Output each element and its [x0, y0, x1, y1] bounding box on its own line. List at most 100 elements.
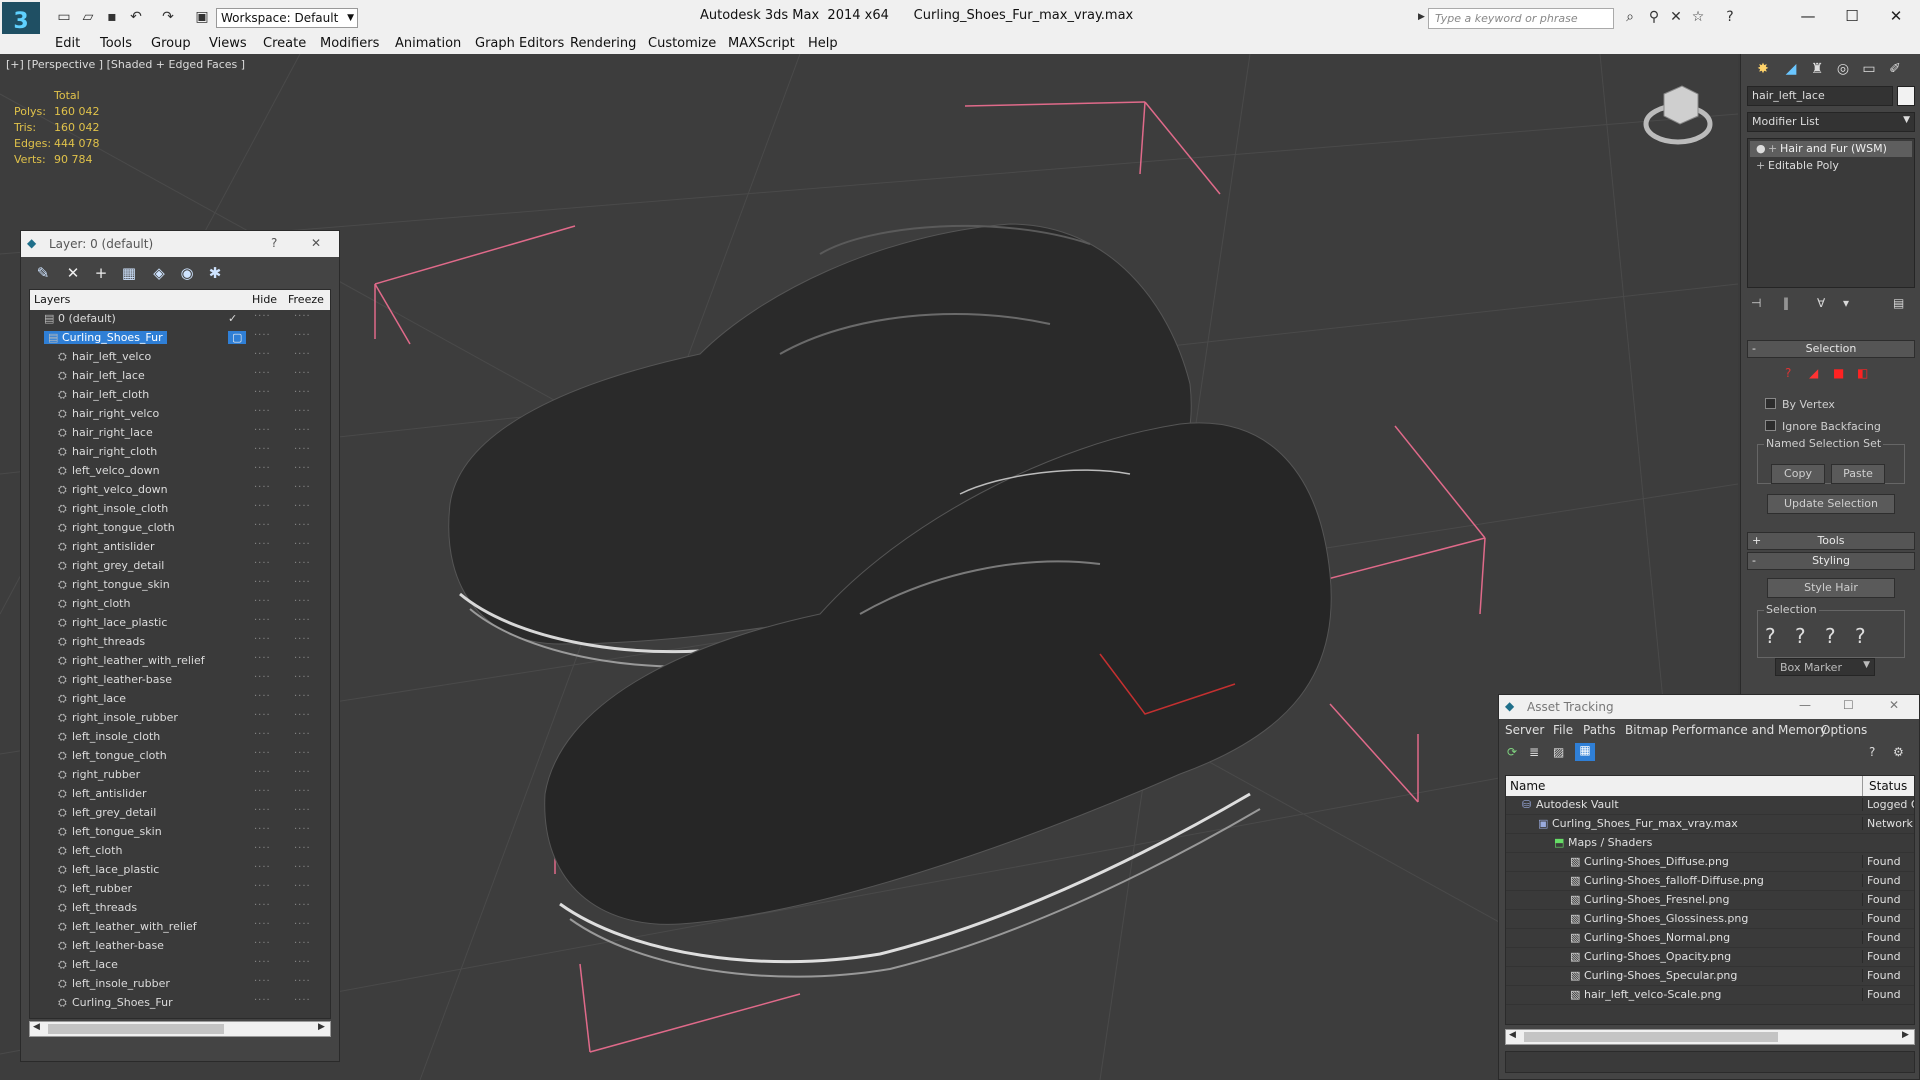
freeze-toggle[interactable]: ····	[294, 406, 311, 417]
scrollbar-thumb[interactable]	[48, 1024, 224, 1034]
layer-row[interactable]: ⛭ right_tongue_cloth ···· ····	[30, 519, 330, 538]
layer-row[interactable]: ⛭ hair_right_cloth ···· ····	[30, 443, 330, 462]
list-view-icon[interactable]: ≣	[1529, 745, 1539, 759]
layer-row[interactable]: ⛭ Curling_Shoes_Fur ···· ····	[30, 994, 330, 1013]
help-icon[interactable]: ?	[1722, 9, 1738, 25]
layer-row[interactable]: ⛭ left_insole_cloth ···· ····	[30, 728, 330, 747]
table-view-icon[interactable]: ▦	[1575, 743, 1595, 761]
configure-sets-icon[interactable]: ▤	[1893, 296, 1904, 310]
layer-row[interactable]: ⛭ right_cloth ···· ····	[30, 595, 330, 614]
scroll-left-icon[interactable]: ◀	[33, 1022, 40, 1032]
maximize-icon[interactable]: ☐	[1832, 4, 1872, 28]
hide-toggle[interactable]: ····	[254, 539, 271, 550]
add-hair-tool-icon[interactable]: ?	[1795, 624, 1806, 648]
hair-element-select-icon[interactable]: ◧	[1857, 366, 1868, 380]
freeze-toggle[interactable]: ····	[294, 387, 311, 398]
freeze-toggle[interactable]: ····	[294, 615, 311, 626]
box-marker-dropdown[interactable]: Box Marker ▼	[1775, 658, 1875, 676]
menu-animation[interactable]: Animation	[395, 36, 461, 51]
menu-help[interactable]: Help	[808, 36, 838, 51]
hide-toggle[interactable]: ····	[254, 577, 271, 588]
layer-row[interactable]: ⛭ right_grey_detail ···· ····	[30, 557, 330, 576]
help-icon[interactable]: ?	[1869, 745, 1875, 759]
layer-row[interactable]: ⛭ right_lace_plastic ···· ····	[30, 614, 330, 633]
new-layer-icon[interactable]: ✎	[33, 263, 53, 283]
menu-create[interactable]: Create	[263, 36, 306, 51]
layer-explorer-titlebar[interactable]: ◆ Layer: 0 (default) ? ✕	[21, 231, 339, 257]
freeze-toggle[interactable]: ····	[294, 577, 311, 588]
new-file-icon[interactable]: ▭	[56, 9, 72, 25]
hide-column-header[interactable]: Hide	[252, 293, 277, 306]
current-layer-check-icon[interactable]: ✓	[228, 312, 237, 325]
hide-toggle[interactable]: ····	[254, 976, 271, 987]
freeze-toggle[interactable]: ····	[294, 520, 311, 531]
hide-toggle[interactable]: ····	[254, 691, 271, 702]
search-expand-icon[interactable]: ▶	[1418, 12, 1425, 22]
menu-edit[interactable]: Edit	[55, 36, 80, 51]
layer-row[interactable]: ⛭ left_insole_rubber ···· ····	[30, 975, 330, 994]
hide-toggle[interactable]: ····	[254, 368, 271, 379]
asset-row[interactable]: ▧ Curling-Shoes_Opacity.png Found	[1506, 948, 1914, 967]
hide-toggle[interactable]: ····	[254, 900, 271, 911]
hide-toggle[interactable]: ····	[254, 748, 271, 759]
asset-horizontal-scrollbar[interactable]: ◀ ▶	[1505, 1029, 1915, 1045]
hide-toggle[interactable]: ····	[254, 995, 271, 1006]
tools-rollout[interactable]: + Tools	[1747, 532, 1915, 550]
freeze-toggle[interactable]: ····	[294, 938, 311, 949]
layer-row[interactable]: ⛭ right_lace ···· ····	[30, 690, 330, 709]
close-icon[interactable]: ✕	[1876, 4, 1916, 28]
freeze-toggle[interactable]: ····	[294, 368, 311, 379]
hide-toggle[interactable]: ····	[254, 786, 271, 797]
menu-modifiers[interactable]: Modifiers	[320, 36, 379, 51]
layer-row[interactable]: ⛭ left_threads ···· ····	[30, 899, 330, 918]
paste-button[interactable]: Paste	[1831, 464, 1885, 484]
layer-row[interactable]: ⛭ left_antislider ···· ····	[30, 785, 330, 804]
scrollbar-thumb[interactable]	[1524, 1032, 1778, 1042]
freeze-toggle[interactable]: ····	[294, 805, 311, 816]
hierarchy-tab-icon[interactable]: ♜	[1805, 58, 1829, 80]
freeze-toggle[interactable]: ····	[294, 881, 311, 892]
layer-horizontal-scrollbar[interactable]: ◀ ▶	[29, 1021, 331, 1037]
hide-toggle[interactable]: ····	[254, 729, 271, 740]
freeze-toggle[interactable]: ····	[294, 824, 311, 835]
style-hair-button[interactable]: Style Hair	[1767, 578, 1895, 598]
freeze-toggle[interactable]: ····	[294, 843, 311, 854]
hide-toggle[interactable]: ····	[254, 672, 271, 683]
exchange-icon[interactable]: ✕	[1668, 9, 1684, 25]
asset-menu-file[interactable]: File	[1553, 723, 1573, 737]
layer-row[interactable]: ⛭ right_leather-base ···· ····	[30, 671, 330, 690]
expand-plus-icon[interactable]: +	[1768, 141, 1777, 157]
make-unique-icon[interactable]: ∀	[1817, 296, 1825, 310]
asset-menu-bitmap-performance[interactable]: Bitmap Performance and Memory	[1625, 723, 1827, 737]
layer-row[interactable]: ⛭ right_rubber ···· ····	[30, 766, 330, 785]
modifier-list-dropdown[interactable]: Modifier List ▼	[1747, 112, 1915, 132]
create-tab-icon[interactable]: ✸	[1751, 58, 1775, 80]
layer-row[interactable]: ▤ 0 (default) ···· ···· ✓	[30, 310, 330, 329]
layers-column-header[interactable]: Layers	[34, 293, 70, 306]
view-cube[interactable]	[1643, 85, 1713, 145]
delete-layer-icon[interactable]: ✕	[63, 263, 83, 283]
hide-toggle[interactable]: ····	[254, 881, 271, 892]
asset-row[interactable]: ⛁ Autodesk Vault Logged O	[1506, 796, 1914, 815]
freeze-toggle[interactable]: ····	[294, 596, 311, 607]
hide-toggle[interactable]: ····	[254, 957, 271, 968]
layer-row[interactable]: ⛭ hair_left_cloth ···· ····	[30, 386, 330, 405]
lightbulb-icon[interactable]: ●	[1756, 141, 1766, 157]
layer-row[interactable]: ⛭ left_leather-base ···· ····	[30, 937, 330, 956]
freeze-toggle[interactable]: ····	[294, 691, 311, 702]
asset-row[interactable]: ▧ Curling-Shoes_Fresnel.png Found	[1506, 891, 1914, 910]
freeze-toggle[interactable]: ····	[294, 995, 311, 1006]
freeze-toggle[interactable]: ····	[294, 349, 311, 360]
hide-toggle[interactable]: ····	[254, 501, 271, 512]
layer-row[interactable]: ⛭ hair_left_velco ···· ····	[30, 348, 330, 367]
menu-tools[interactable]: Tools	[100, 36, 132, 51]
set-current-layer-icon[interactable]: ▢	[228, 331, 247, 344]
stack-item-editable-poly[interactable]: + Editable Poly	[1750, 158, 1912, 174]
object-color-swatch[interactable]	[1897, 86, 1915, 106]
hide-toggle[interactable]: ····	[254, 596, 271, 607]
hide-toggle[interactable]: ····	[254, 520, 271, 531]
freeze-toggle[interactable]: ····	[294, 425, 311, 436]
freeze-toggle[interactable]: ····	[294, 330, 311, 341]
undo-icon[interactable]: ↶	[128, 9, 144, 25]
update-selection-button[interactable]: Update Selection	[1767, 494, 1895, 514]
